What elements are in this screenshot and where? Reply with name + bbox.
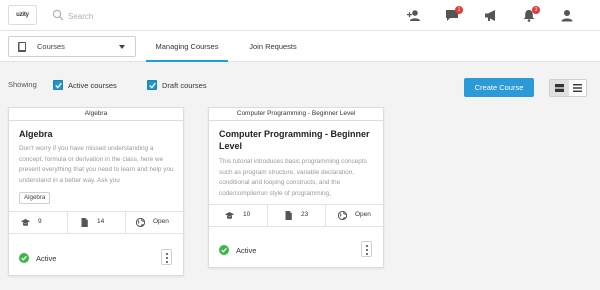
- draft-courses-checkbox[interactable]: [147, 80, 157, 90]
- course-options-button[interactable]: [161, 249, 172, 265]
- members-stat: 9: [9, 212, 67, 233]
- course-card[interactable]: Algebra Algebra Don't worry if you have …: [8, 107, 185, 276]
- app-logo[interactable]: uzity: [8, 5, 37, 25]
- course-card-header: Algebra: [9, 108, 183, 121]
- check-circle-icon: [219, 245, 229, 255]
- course-description: Don't worry if you have missed understan…: [19, 145, 174, 184]
- resources-count: 14: [97, 218, 105, 225]
- course-type-select-value: Courses: [37, 42, 65, 51]
- grid-icon: [555, 84, 564, 92]
- document-icon: [285, 211, 292, 220]
- graduation-cap-icon: [225, 212, 234, 219]
- check-circle-icon: [19, 253, 29, 263]
- course-stats: 9 14 Open: [9, 211, 185, 234]
- chevron-down-icon: [119, 45, 125, 49]
- course-description: This tutorial introduces basic programmi…: [219, 158, 367, 197]
- book-icon: [18, 42, 26, 52]
- course-stats: 10 23 Open: [209, 204, 385, 227]
- course-type-select[interactable]: Courses: [8, 36, 136, 57]
- resources-stat: 14: [67, 212, 125, 233]
- active-courses-checkbox[interactable]: [53, 80, 63, 90]
- members-count: 10: [243, 211, 251, 218]
- search-icon: [52, 9, 64, 21]
- megaphone-icon[interactable]: [484, 9, 498, 22]
- globe-icon: [136, 218, 145, 227]
- document-icon: [81, 218, 88, 227]
- visibility-stat: Open: [125, 212, 185, 233]
- course-title[interactable]: Computer Programming - Beginner Level: [219, 128, 379, 152]
- resources-stat: 23: [267, 205, 325, 226]
- active-courses-label[interactable]: Active courses: [68, 81, 117, 90]
- course-options-button[interactable]: [361, 241, 372, 257]
- chat-icon[interactable]: 1: [445, 6, 463, 22]
- status-label: Active: [36, 254, 57, 263]
- course-title[interactable]: Algebra: [19, 128, 179, 140]
- resources-count: 23: [301, 211, 309, 218]
- members-stat: 10: [209, 205, 267, 226]
- grid-view-button[interactable]: [550, 80, 569, 96]
- notifications-badge: 3: [532, 6, 540, 14]
- bell-icon[interactable]: 3: [522, 6, 540, 22]
- tab-join-requests[interactable]: Join Requests: [240, 31, 306, 62]
- graduation-cap-icon: [21, 219, 30, 226]
- members-count: 9: [38, 218, 42, 225]
- course-card[interactable]: Computer Programming - Beginner Level Co…: [208, 107, 385, 268]
- visibility-stat: Open: [325, 205, 385, 226]
- showing-label: Showing: [8, 80, 37, 89]
- visibility-label: Open: [355, 211, 371, 218]
- globe-icon: [338, 211, 347, 220]
- visibility-label: Open: [153, 218, 169, 225]
- checkmark-icon: [55, 82, 62, 89]
- search-input[interactable]: [68, 8, 268, 24]
- chat-badge: 1: [455, 6, 463, 14]
- checkmark-icon: [149, 82, 156, 89]
- status-label: Active: [236, 246, 257, 255]
- draft-courses-label[interactable]: Draft courses: [162, 81, 207, 90]
- top-navbar: uzity 1 3: [0, 0, 600, 31]
- user-icon[interactable]: [560, 9, 574, 22]
- list-icon: [573, 84, 582, 92]
- course-card-header: Computer Programming - Beginner Level: [209, 108, 383, 121]
- list-view-button[interactable]: [568, 80, 587, 96]
- course-nav-bar: Courses Managing Courses Join Requests: [0, 31, 600, 62]
- create-course-button[interactable]: Create Course: [464, 78, 534, 97]
- add-user-icon[interactable]: [407, 9, 421, 22]
- view-toggle: [549, 79, 587, 97]
- course-tag[interactable]: Algebra: [19, 192, 51, 204]
- tab-managing-courses[interactable]: Managing Courses: [146, 31, 228, 62]
